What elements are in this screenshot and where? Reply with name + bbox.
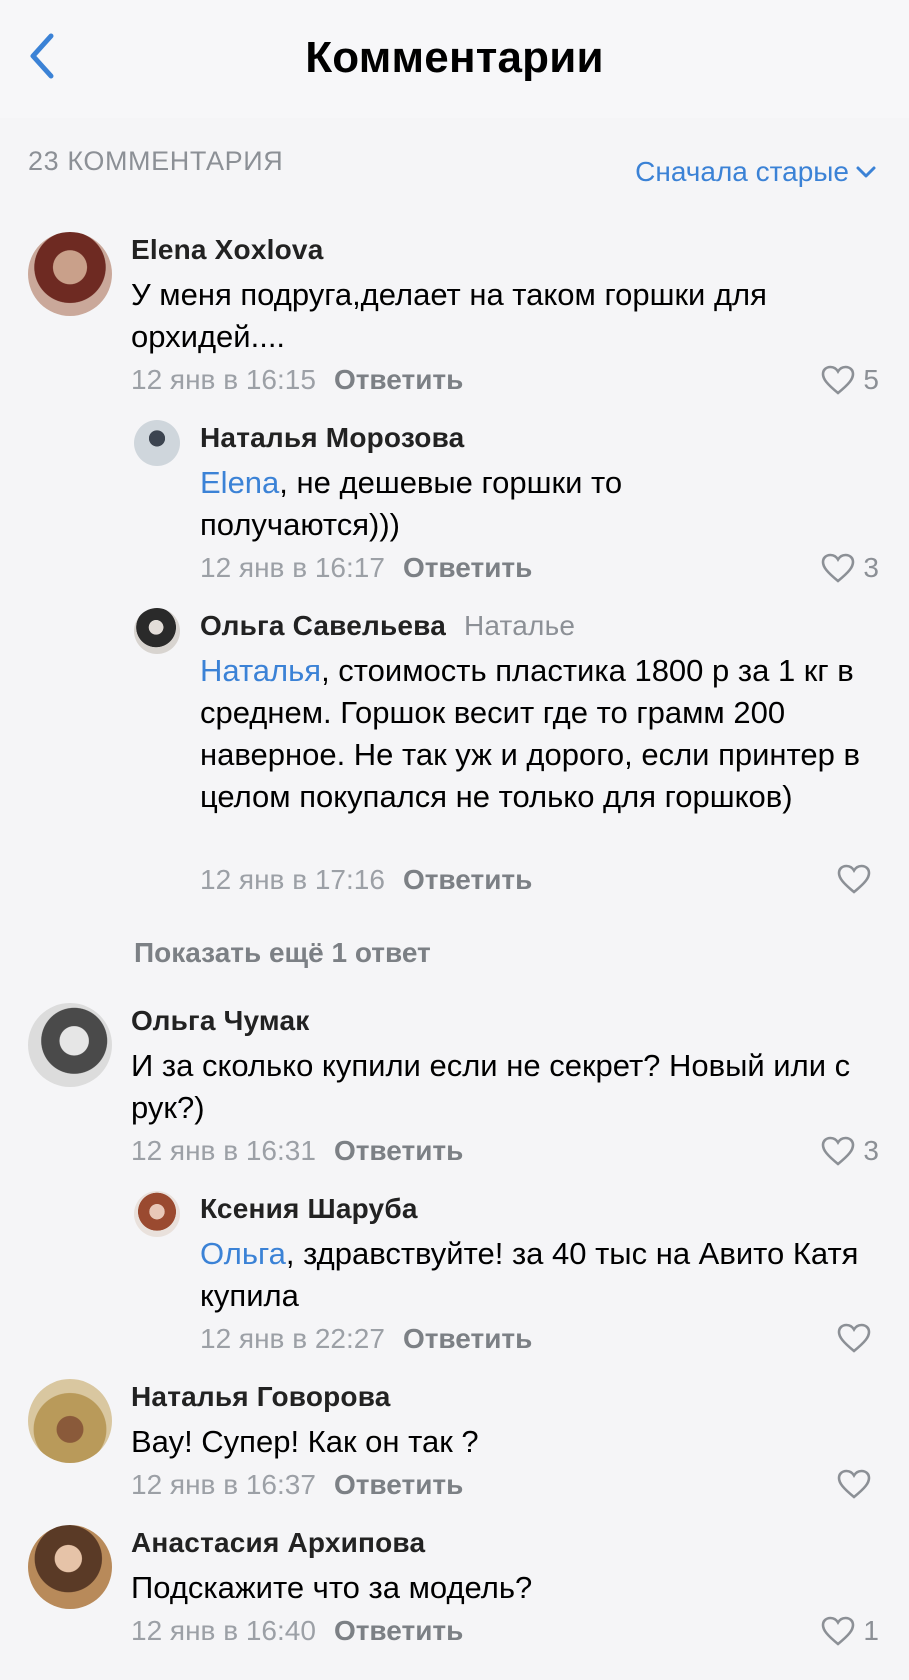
comment-text: У меня подруга,делает на таком горшки дл…: [131, 277, 767, 354]
comment-meta: 12 янв в 16:17 Ответить: [200, 552, 532, 584]
comment-author[interactable]: Анастасия Архипова: [131, 1527, 425, 1559]
like-button[interactable]: 3: [821, 1135, 879, 1167]
comment-meta: 12 янв в 16:40 Ответить: [131, 1615, 463, 1647]
avatar[interactable]: [134, 420, 180, 466]
comment-meta: 12 янв в 16:31 Ответить: [131, 1135, 463, 1167]
comment-meta: 12 янв в 16:37 Ответить: [131, 1469, 463, 1501]
comment-author[interactable]: Наталья Говорова: [131, 1381, 391, 1413]
comment-text: Elena, не дешевые горшки то получаются))…: [200, 465, 623, 542]
avatar[interactable]: [28, 1379, 112, 1463]
comment-author[interactable]: Ольга Чумак: [131, 1005, 309, 1037]
like-count: 1: [863, 1615, 879, 1646]
reply-button[interactable]: Ответить: [403, 552, 532, 583]
reply-button[interactable]: Ответить: [403, 1323, 532, 1354]
like-button[interactable]: 3: [821, 552, 879, 584]
comment-date: 12 янв в 22:27: [200, 1323, 385, 1354]
reply-button[interactable]: Ответить: [334, 1469, 463, 1500]
comment-date: 12 янв в 17:16: [200, 864, 385, 895]
reply-button[interactable]: Ответить: [334, 1135, 463, 1166]
like-button[interactable]: 1: [821, 1615, 879, 1647]
comment-date: 12 янв в 16:17: [200, 552, 385, 583]
comment-text: Ольга, здравствуйте! за 40 тыс на Авито …: [200, 1236, 859, 1313]
comment-date: 12 янв в 16:31: [131, 1135, 316, 1166]
comments-list: Elena Xoxlova У меня подруга,делает на т…: [0, 0, 909, 1680]
avatar[interactable]: [28, 1003, 112, 1087]
avatar[interactable]: [134, 1191, 180, 1237]
comment-meta: 12 янв в 17:16 Ответить: [200, 864, 532, 896]
heart-icon: [837, 1469, 871, 1499]
mention-link[interactable]: Elena: [200, 465, 279, 500]
heart-icon: [822, 1616, 855, 1646]
comment-author[interactable]: Ксения Шаруба: [200, 1193, 418, 1225]
comment-text: И за сколько купили если не секрет? Новы…: [131, 1048, 851, 1125]
like-button[interactable]: [837, 864, 879, 894]
comment-text: Подскажите что за модель?: [131, 1570, 533, 1605]
heart-icon: [822, 1136, 855, 1166]
like-button[interactable]: 5: [821, 364, 879, 396]
reply-to-label: Наталье: [463, 610, 576, 641]
heart-icon: [837, 864, 871, 894]
comment-text: Наталья, стоимость пластика 1800 р за 1 …: [200, 653, 860, 814]
comment-text: Вау! Супер! Как он так ?: [131, 1424, 479, 1459]
like-button[interactable]: [837, 1469, 879, 1499]
mention-link[interactable]: Наталья: [200, 653, 321, 688]
comment-date: 12 янв в 16:40: [131, 1615, 316, 1646]
like-button[interactable]: [837, 1323, 879, 1353]
comment-meta: 12 янв в 16:15 Ответить: [131, 364, 463, 396]
avatar[interactable]: [134, 608, 180, 654]
reply-button[interactable]: Ответить: [334, 1615, 463, 1646]
comment-author[interactable]: Elena Xoxlova: [131, 234, 323, 266]
comment-author[interactable]: Ольга Савельева Наталье: [200, 610, 575, 642]
comment-meta: 12 янв в 22:27 Ответить: [200, 1323, 532, 1355]
heart-icon: [837, 1323, 871, 1353]
mention-link[interactable]: Ольга: [200, 1236, 286, 1271]
avatar[interactable]: [28, 232, 112, 316]
comment-date: 12 янв в 16:37: [131, 1469, 316, 1500]
reply-button[interactable]: Ответить: [403, 864, 532, 895]
heart-icon: [822, 365, 855, 395]
like-count: 3: [863, 552, 879, 583]
comment-author[interactable]: Наталья Морозова: [200, 422, 464, 454]
heart-icon: [822, 553, 855, 583]
avatar[interactable]: [28, 1525, 112, 1609]
show-more-replies-link[interactable]: Показать ещё 1 ответ: [134, 937, 431, 969]
like-count: 3: [863, 1135, 879, 1166]
reply-button[interactable]: Ответить: [334, 364, 463, 395]
comment-date: 12 янв в 16:15: [131, 364, 316, 395]
like-count: 5: [863, 364, 879, 395]
